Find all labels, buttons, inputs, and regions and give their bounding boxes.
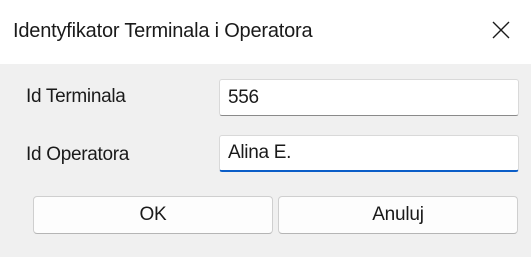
- window-title: Identyfikator Terminala i Operatora: [13, 20, 313, 42]
- cancel-button[interactable]: Anuluj: [278, 196, 518, 234]
- ok-button[interactable]: OK: [33, 196, 273, 234]
- close-icon: [491, 20, 511, 45]
- dialog-body: Id Terminala Id Operatora OK Anuluj: [0, 64, 531, 257]
- terminal-id-label: Id Terminala: [26, 86, 126, 107]
- operator-id-input[interactable]: [219, 135, 519, 172]
- close-button[interactable]: [471, 0, 531, 64]
- operator-id-label: Id Operatora: [26, 144, 130, 165]
- title-bar: Identyfikator Terminala i Operatora: [0, 0, 531, 64]
- dialog-window: Identyfikator Terminala i Operatora Id T…: [0, 0, 531, 257]
- terminal-id-input[interactable]: [219, 79, 519, 116]
